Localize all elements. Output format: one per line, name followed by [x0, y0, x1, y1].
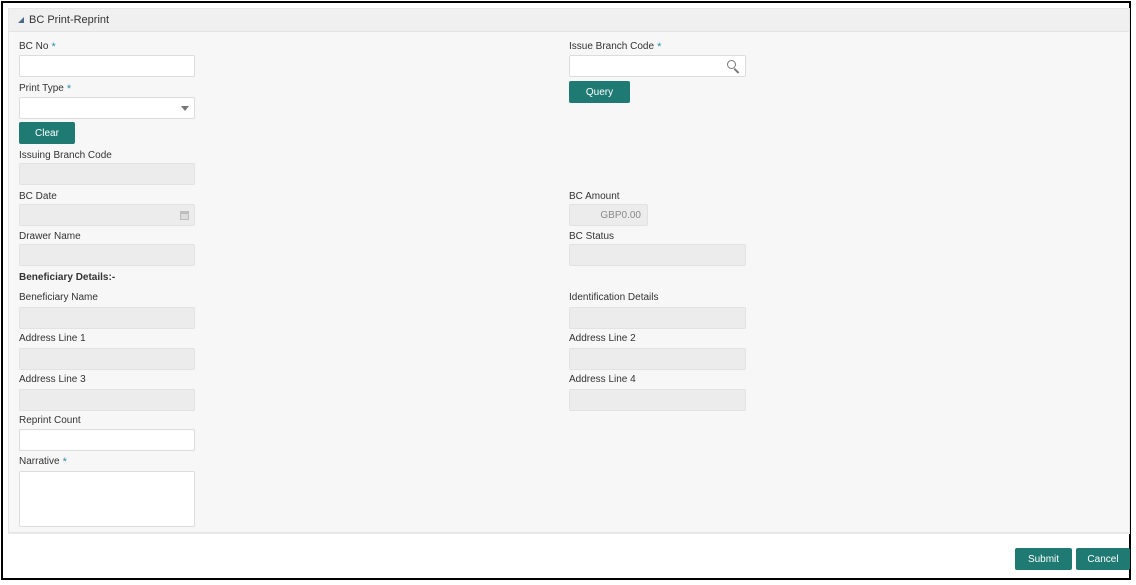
bc-date-label: BC Date	[19, 191, 57, 202]
identification-details-label: Identification Details	[569, 292, 659, 303]
drawer-name-label: Drawer Name	[19, 231, 81, 242]
address-line-3-field	[19, 389, 195, 411]
bc-status-field	[569, 244, 746, 266]
bc-amount-value: GBP0.00	[600, 210, 641, 221]
narrative-textarea[interactable]	[19, 471, 195, 527]
issue-branch-code-input[interactable]	[569, 55, 746, 77]
footer-divider	[8, 533, 1130, 534]
beneficiary-name-field	[19, 307, 195, 329]
chevron-down-icon[interactable]	[181, 106, 189, 111]
identification-details-field	[569, 307, 746, 329]
bc-amount-label: BC Amount	[569, 191, 620, 202]
collapse-triangle-icon[interactable]	[18, 17, 24, 23]
address-line-4-label: Address Line 4	[569, 374, 636, 385]
issuing-branch-code-label: Issuing Branch Code	[19, 150, 112, 161]
print-type-label: Print Type *	[19, 83, 72, 95]
bc-date-field	[19, 204, 195, 226]
address-line-1-label: Address Line 1	[19, 333, 86, 344]
clear-button[interactable]: Clear	[19, 122, 75, 144]
bc-amount-field: GBP0.00	[569, 204, 648, 226]
address-line-4-field	[569, 389, 746, 411]
bc-no-input[interactable]	[19, 55, 195, 77]
address-line-2-field	[569, 348, 746, 370]
bc-no-label: BC No *	[19, 41, 56, 53]
submit-button[interactable]: Submit	[1015, 548, 1072, 570]
address-line-3-label: Address Line 3	[19, 374, 86, 385]
address-line-1-field	[19, 348, 195, 370]
beneficiary-name-label: Beneficiary Name	[19, 292, 98, 303]
drawer-name-field	[19, 244, 195, 266]
reprint-count-label: Reprint Count	[19, 415, 81, 426]
search-icon[interactable]	[727, 60, 741, 74]
panel-title: BC Print-Reprint	[29, 14, 110, 26]
issue-branch-code-label: Issue Branch Code *	[569, 41, 662, 53]
cancel-button[interactable]: Cancel	[1076, 548, 1130, 570]
beneficiary-details-heading: Beneficiary Details:-	[19, 272, 116, 283]
address-line-2-label: Address Line 2	[569, 333, 636, 344]
bc-status-label: BC Status	[569, 231, 615, 242]
narrative-label: Narrative *	[19, 456, 67, 468]
query-button[interactable]: Query	[569, 81, 630, 103]
panel-header[interactable]: BC Print-Reprint	[9, 9, 1129, 32]
calendar-icon	[180, 211, 189, 220]
print-type-select[interactable]	[19, 97, 195, 119]
issuing-branch-code-field	[19, 163, 195, 185]
reprint-count-input[interactable]	[19, 429, 195, 451]
